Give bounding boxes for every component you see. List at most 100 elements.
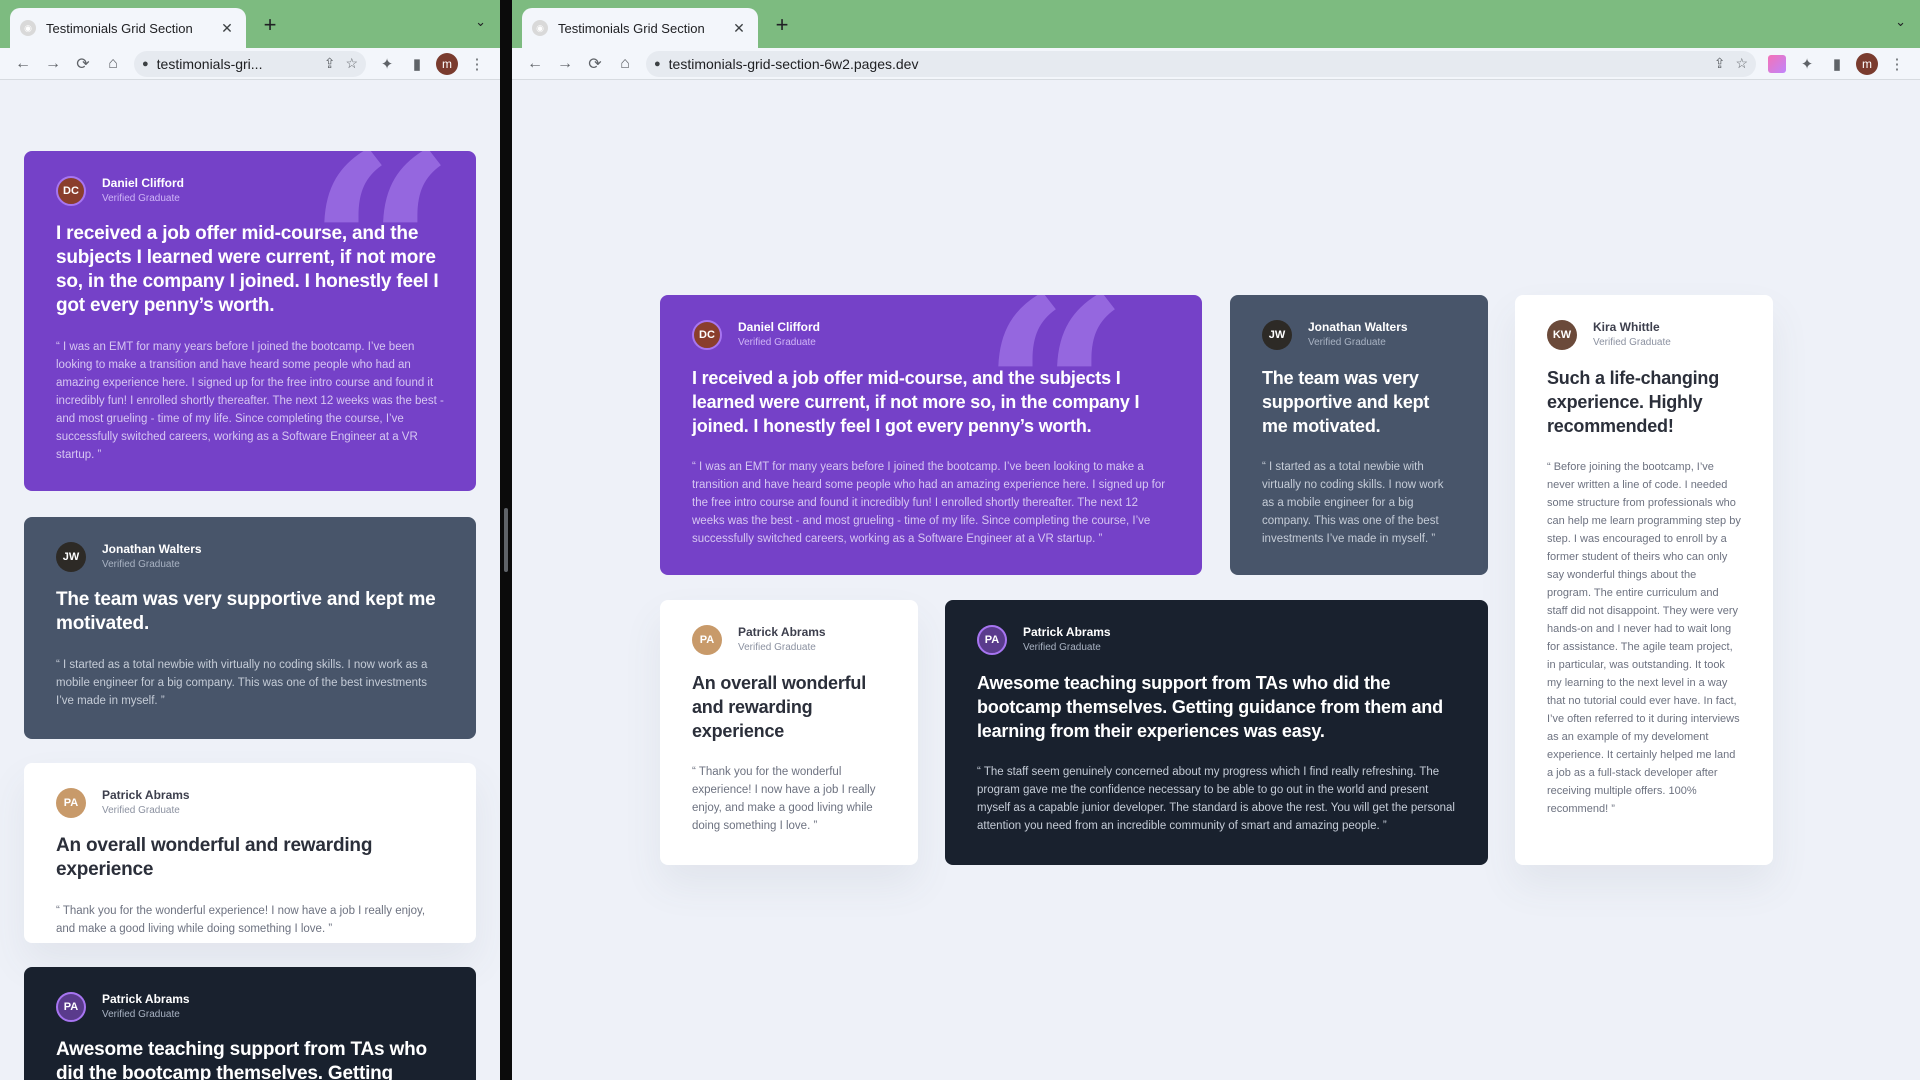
- share-icon[interactable]: ⇪: [1714, 55, 1726, 72]
- testimonial-text: “ I was an EMT for many years before I j…: [56, 341, 444, 461]
- person-name: Patrick Abrams: [738, 625, 826, 639]
- testimonial-text: “ Thank you for the wonderful experience…: [56, 905, 426, 935]
- avatar: DC: [692, 319, 722, 350]
- testimonial-summary: Awesome teaching support from TAs who di…: [56, 1039, 427, 1080]
- address-bar[interactable]: ● testimonials-grid-section-6w2.pages.de…: [646, 50, 1756, 77]
- lock-icon[interactable]: ●: [142, 58, 149, 70]
- testimonial-card-patrick-white: PA Patrick Abrams Verified Graduate An o…: [660, 600, 918, 865]
- side-panel-icon[interactable]: ▮: [402, 50, 432, 78]
- extension-gradient-icon[interactable]: [1762, 50, 1792, 78]
- address-bar[interactable]: ● testimonials-gri... ⇪ ☆: [134, 50, 366, 77]
- person-name: Patrick Abrams: [1023, 625, 1111, 639]
- verified-label: Verified Graduate: [102, 193, 180, 204]
- testimonial-card-kira: KW Kira Whittle Verified Graduate Such a…: [1515, 295, 1773, 865]
- person-name: Patrick Abrams: [102, 788, 190, 802]
- profile-avatar[interactable]: m: [436, 52, 458, 75]
- testimonial-text: “ Before joining the bootcamp, I’ve neve…: [1547, 461, 1741, 815]
- home-button[interactable]: ⌂: [610, 50, 640, 78]
- testimonial-text: “ Thank you for the wonderful experience…: [692, 766, 876, 832]
- verified-label: Verified Graduate: [102, 559, 180, 570]
- close-tab-icon[interactable]: ✕: [730, 20, 748, 37]
- testimonial-summary: Such a life-changing experience. Highly …: [1547, 368, 1720, 436]
- testimonial-text: “ I was an EMT for many years before I j…: [692, 461, 1166, 545]
- avatar: JW: [1262, 319, 1292, 350]
- avatar: PA: [977, 624, 1007, 655]
- share-icon[interactable]: ⇪: [324, 55, 336, 72]
- forward-button[interactable]: →: [550, 50, 580, 78]
- person-name: Daniel Clifford: [102, 176, 185, 190]
- testimonial-summary: The team was very supportive and kept me…: [56, 589, 436, 634]
- person-name: Jonathan Walters: [102, 542, 202, 556]
- browser-toolbar: ← → ⟳ ⌂ ● testimonials-grid-section-6w2.…: [512, 48, 1920, 80]
- favicon-icon: ◉: [20, 20, 36, 36]
- person-name: Daniel Clifford: [738, 320, 821, 334]
- home-button[interactable]: ⌂: [98, 50, 128, 78]
- verified-label: Verified Graduate: [738, 642, 816, 653]
- extensions-icon[interactable]: ✦: [1792, 50, 1822, 78]
- browser-window-right: ◉ Testimonials Grid Section ✕ + ⌄ ← → ⟳ …: [512, 0, 1920, 1080]
- testimonial-card-daniel: “ DC Daniel Clifford Verified Graduate I…: [24, 151, 476, 491]
- avatar: DC: [56, 175, 86, 206]
- testimonial-text: “ The staff seem genuinely concerned abo…: [977, 766, 1455, 832]
- bookmark-star-icon[interactable]: ☆: [345, 55, 358, 72]
- tab-title: Testimonials Grid Section: [46, 20, 193, 36]
- tab-strip: ◉ Testimonials Grid Section ✕ + ⌄: [0, 0, 500, 48]
- verified-label: Verified Graduate: [1593, 337, 1671, 348]
- avatar: KW: [1547, 319, 1577, 350]
- back-button[interactable]: ←: [8, 50, 38, 78]
- tab-search-dropdown-icon[interactable]: ⌄: [1895, 14, 1906, 30]
- page-content: “ DC Daniel Clifford Verified Graduate I…: [0, 81, 500, 1080]
- avatar: PA: [56, 787, 86, 818]
- favicon-icon: ◉: [532, 20, 548, 36]
- testimonial-summary: The team was very supportive and kept me…: [1262, 368, 1430, 436]
- person-name: Patrick Abrams: [102, 992, 190, 1006]
- profile-avatar[interactable]: m: [1856, 52, 1878, 75]
- extensions-icon[interactable]: ✦: [372, 50, 402, 78]
- reload-button[interactable]: ⟳: [68, 50, 98, 78]
- resize-handle[interactable]: [504, 508, 508, 572]
- lock-icon[interactable]: ●: [654, 58, 661, 70]
- verified-label: Verified Graduate: [102, 805, 180, 816]
- testimonial-card-daniel: “ DC Daniel Clifford Verified Graduate I…: [660, 295, 1202, 575]
- url-text[interactable]: testimonials-grid-section-6w2.pages.dev: [669, 56, 1704, 72]
- testimonial-summary: An overall wonderful and rewarding exper…: [56, 835, 373, 880]
- back-button[interactable]: ←: [520, 50, 550, 78]
- browser-tab[interactable]: ◉ Testimonials Grid Section ✕: [522, 8, 758, 48]
- avatar: JW: [56, 541, 86, 572]
- url-text[interactable]: testimonials-gri...: [157, 56, 314, 72]
- browser-toolbar: ← → ⟳ ⌂ ● testimonials-gri... ⇪ ☆ ✦ ▮ m …: [0, 48, 500, 80]
- avatar: PA: [692, 624, 722, 655]
- testimonial-card-patrick-dark: PA Patrick Abrams Verified Graduate Awes…: [945, 600, 1488, 865]
- avatar: PA: [56, 991, 86, 1022]
- new-tab-button[interactable]: +: [770, 12, 794, 38]
- testimonial-text: “ I started as a total newbie with virtu…: [1262, 461, 1444, 545]
- tab-strip: ◉ Testimonials Grid Section ✕ + ⌄: [512, 0, 1920, 48]
- menu-kebab-icon[interactable]: ⋮: [462, 50, 492, 78]
- testimonial-text: “ I started as a total newbie with virtu…: [56, 659, 428, 707]
- menu-kebab-icon[interactable]: ⋮: [1882, 50, 1912, 78]
- testimonial-summary: I received a job offer mid-course, and t…: [692, 368, 1140, 436]
- testimonial-card-jonathan: JW Jonathan Walters Verified Graduate Th…: [24, 517, 476, 739]
- verified-label: Verified Graduate: [1023, 642, 1101, 653]
- reload-button[interactable]: ⟳: [580, 50, 610, 78]
- verified-label: Verified Graduate: [1308, 337, 1386, 348]
- testimonial-card-patrick-dark: PA Patrick Abrams Verified Graduate Awes…: [24, 967, 476, 1080]
- browser-window-left: ◉ Testimonials Grid Section ✕ + ⌄ ← → ⟳ …: [0, 0, 500, 1080]
- person-name: Kira Whittle: [1593, 320, 1660, 334]
- tab-title: Testimonials Grid Section: [558, 20, 705, 36]
- new-tab-button[interactable]: +: [258, 12, 282, 38]
- verified-label: Verified Graduate: [738, 337, 816, 348]
- bookmark-star-icon[interactable]: ☆: [1735, 55, 1748, 72]
- testimonial-card-patrick-white: PA Patrick Abrams Verified Graduate An o…: [24, 763, 476, 943]
- testimonial-card-jonathan: JW Jonathan Walters Verified Graduate Th…: [1230, 295, 1488, 575]
- person-name: Jonathan Walters: [1308, 320, 1408, 334]
- browser-tab[interactable]: ◉ Testimonials Grid Section ✕: [10, 8, 246, 48]
- page-content: “ DC Daniel Clifford Verified Graduate I…: [512, 81, 1920, 1080]
- verified-label: Verified Graduate: [102, 1009, 180, 1020]
- tab-search-dropdown-icon[interactable]: ⌄: [475, 14, 486, 30]
- side-panel-icon[interactable]: ▮: [1822, 50, 1852, 78]
- close-tab-icon[interactable]: ✕: [218, 20, 236, 37]
- testimonial-summary: I received a job offer mid-course, and t…: [56, 223, 439, 316]
- forward-button[interactable]: →: [38, 50, 68, 78]
- testimonial-summary: An overall wonderful and rewarding exper…: [692, 673, 867, 741]
